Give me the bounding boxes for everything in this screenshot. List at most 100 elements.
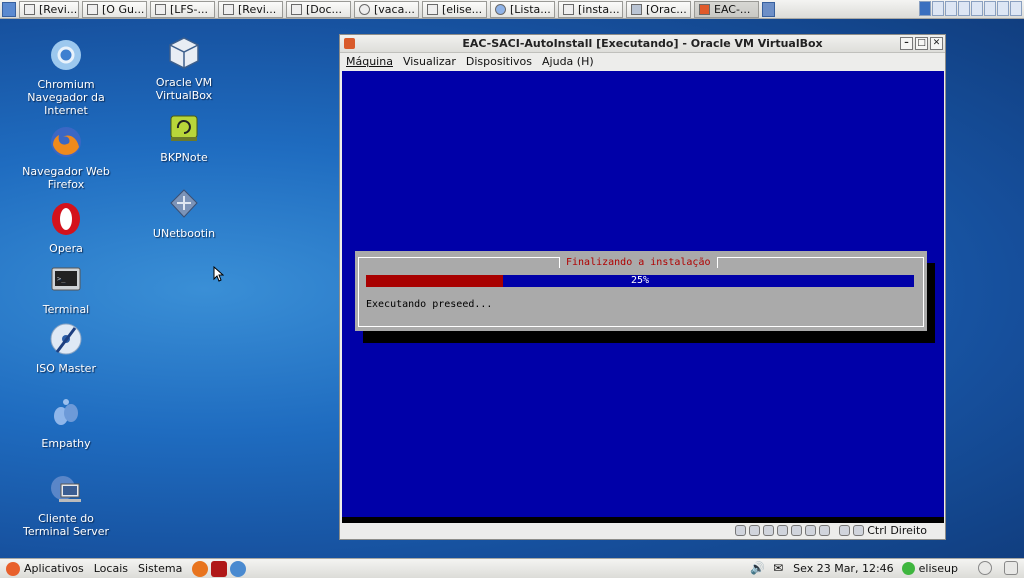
system-tray: 🔊 ✉ Sex 23 Mar, 12:46 eliseup xyxy=(750,561,1024,575)
workspace-icon[interactable] xyxy=(762,1,775,17)
desktop-icon-bkpnote[interactable]: BKPNote xyxy=(134,111,234,164)
workspace-7[interactable] xyxy=(997,1,1009,16)
workspace-2[interactable] xyxy=(932,1,944,16)
workspace-5[interactable] xyxy=(971,1,983,16)
menu-bar: Máquina Visualizar Dispositivos Ajuda (H… xyxy=(340,53,945,70)
terminal-icon xyxy=(427,3,438,15)
menu-locais[interactable]: Locais xyxy=(94,562,128,575)
unetbootin-icon xyxy=(170,189,198,218)
menu-aplicativos[interactable]: Aplicativos xyxy=(24,562,84,575)
document-icon xyxy=(24,3,35,15)
iso-master-icon xyxy=(50,323,82,355)
terminal-server-icon xyxy=(51,476,81,502)
empathy-icon xyxy=(54,399,78,425)
virtualbox-machine-icon xyxy=(699,3,710,15)
app-launcher-icon[interactable] xyxy=(211,560,228,577)
chromium-launcher-icon[interactable] xyxy=(230,560,247,577)
desktop-icon-chromium[interactable]: Chromium Navegador da Internet xyxy=(16,38,116,117)
ubuntu-logo-icon xyxy=(6,561,20,576)
menu-sistema[interactable]: Sistema xyxy=(138,562,182,575)
usb-icon[interactable] xyxy=(791,524,803,536)
menu-maquina[interactable]: Máquina xyxy=(346,55,393,68)
desktop-icon-virtualbox[interactable]: Oracle VM VirtualBox xyxy=(134,36,234,102)
workspace-switcher[interactable] xyxy=(918,1,1022,16)
power-icon[interactable] xyxy=(978,561,992,575)
user-name[interactable]: eliseup xyxy=(919,562,958,575)
taskbar-button[interactable]: [Doc... xyxy=(286,0,351,18)
virtualbox-icon xyxy=(169,37,199,69)
virtualbox-icon xyxy=(631,3,642,15)
menu-dispositivos[interactable]: Dispositivos xyxy=(466,55,532,68)
taskbar-button-active[interactable]: EAC-... xyxy=(694,0,759,18)
document-icon xyxy=(223,3,234,15)
workspace-4[interactable] xyxy=(958,1,970,16)
taskbar-button[interactable]: [LFS-... xyxy=(150,0,215,18)
workspace-8[interactable] xyxy=(1010,1,1022,16)
volume-icon[interactable]: 🔊 xyxy=(750,561,765,575)
hard-disk-icon[interactable] xyxy=(735,524,747,536)
desktop-icon-empathy[interactable]: Empathy xyxy=(16,397,116,450)
installer-dialog: Finalizando a instalação 25% Executando … xyxy=(355,251,927,331)
clock[interactable]: Sex 23 Mar, 12:46 xyxy=(793,562,894,575)
user-status-icon xyxy=(901,561,915,575)
chromium-icon xyxy=(51,40,81,70)
window-titlebar[interactable]: EAC-SACI-AutoInstall [Executando] - Orac… xyxy=(340,35,945,53)
desktop-icon-opera[interactable]: Opera xyxy=(16,202,116,255)
vm-display[interactable]: Finalizando a instalação 25% Executando … xyxy=(342,71,944,523)
browser-icon xyxy=(359,3,370,15)
document-icon xyxy=(87,3,98,15)
desktop-icon-label: BKPNote xyxy=(160,151,208,164)
menu-ajuda[interactable]: Ajuda (H) xyxy=(542,55,594,68)
taskbar-button[interactable]: [O Gu... xyxy=(82,0,147,18)
status-message: Executando preseed... xyxy=(366,299,493,310)
workspace-3[interactable] xyxy=(945,1,957,16)
audio-icon[interactable] xyxy=(763,524,775,536)
network-icon[interactable] xyxy=(777,524,789,536)
virtualbox-machine-icon xyxy=(344,38,355,49)
mouse-cursor-icon xyxy=(213,266,224,282)
desktop-icon-iso-master[interactable]: ISO Master xyxy=(16,322,116,375)
desktop-icon-label: UNetbootin xyxy=(152,227,216,240)
desktop-icon-label: ISO Master xyxy=(36,362,96,375)
top-panel: [Revi... [O Gu... [LFS-... [Revi... [Doc… xyxy=(0,0,1024,19)
display-icon[interactable] xyxy=(819,524,831,536)
document-icon xyxy=(563,3,574,15)
close-button[interactable]: ✕ xyxy=(930,37,943,50)
firefox-icon xyxy=(51,127,81,157)
window-title: EAC-SACI-AutoInstall [Executando] - Orac… xyxy=(462,37,823,50)
taskbar-button[interactable]: [Orac... xyxy=(626,0,691,18)
taskbar-button[interactable]: [elise... xyxy=(422,0,487,18)
svg-text:>_: >_ xyxy=(57,275,66,283)
opera-icon xyxy=(52,203,80,235)
workspace-6[interactable] xyxy=(984,1,996,16)
taskbar-button[interactable]: [vaca... xyxy=(354,0,419,18)
mail-icon[interactable]: ✉ xyxy=(773,561,783,575)
taskbar-button[interactable]: [Revi... xyxy=(19,0,79,18)
trash-icon[interactable] xyxy=(1004,561,1018,575)
shared-folders-icon[interactable] xyxy=(805,524,817,536)
taskbar-button[interactable]: [Lista... xyxy=(490,0,555,18)
firefox-launcher-icon[interactable] xyxy=(192,560,209,577)
desktop-icon-terminal[interactable]: >_ Terminal xyxy=(16,263,116,316)
menu-visualizar[interactable]: Visualizar xyxy=(403,55,456,68)
virtualbox-window: EAC-SACI-AutoInstall [Executando] - Orac… xyxy=(339,34,946,540)
optical-drive-icon[interactable] xyxy=(749,524,761,536)
keyboard-capture-icon[interactable] xyxy=(853,524,865,536)
progress-bar: 25% xyxy=(366,275,914,287)
desktop-icon-unetbootin[interactable]: UNetbootin xyxy=(134,187,234,240)
document-icon xyxy=(291,3,302,15)
workspace-1[interactable] xyxy=(919,1,931,16)
host-key-label: Ctrl Direito xyxy=(867,523,927,537)
desktop-icon-terminal-server[interactable]: Cliente do Terminal Server xyxy=(16,472,116,538)
minimize-button[interactable]: – xyxy=(900,37,913,50)
mouse-integration-icon[interactable] xyxy=(839,524,851,536)
maximize-button[interactable]: □ xyxy=(915,37,928,50)
vm-status-bar: Ctrl Direito xyxy=(340,521,945,539)
dialog-frame: Finalizando a instalação xyxy=(358,257,924,327)
taskbar-button[interactable]: [Revi... xyxy=(218,0,283,18)
taskbar-button[interactable]: [insta... xyxy=(558,0,623,18)
desktop-icon-label: Terminal xyxy=(42,303,90,316)
desktop-icon-label: Cliente do Terminal Server xyxy=(22,512,110,538)
desktop-icon-firefox[interactable]: Navegador Web Firefox xyxy=(16,125,116,191)
show-desktop-icon[interactable] xyxy=(2,1,16,17)
